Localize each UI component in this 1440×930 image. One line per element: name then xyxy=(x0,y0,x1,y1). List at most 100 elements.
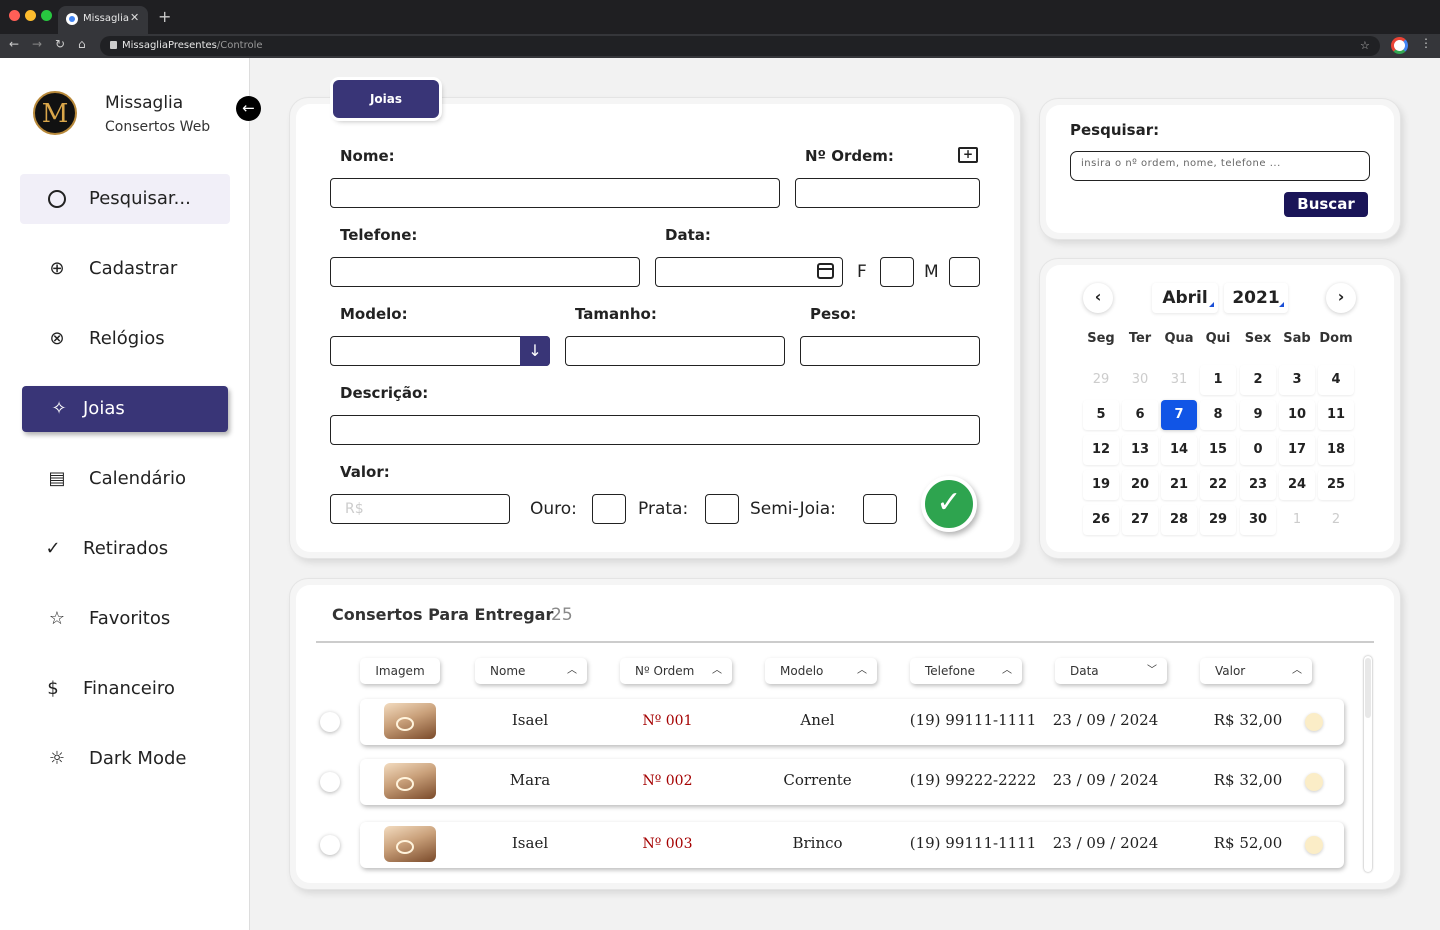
tamanho-input[interactable] xyxy=(565,336,785,366)
prata-checkbox[interactable] xyxy=(705,494,739,524)
table-scrollbar[interactable] xyxy=(1364,656,1372,872)
calendar-day[interactable]: 30 xyxy=(1240,505,1276,535)
col-header-valor[interactable]: Valor ︿ xyxy=(1200,658,1312,684)
calendar-day[interactable]: 0 xyxy=(1240,435,1276,465)
calendar-day[interactable]: 22 xyxy=(1200,470,1236,500)
calendar-day[interactable]: 8 xyxy=(1200,400,1236,430)
scrollbar-thumb[interactable] xyxy=(1365,658,1371,718)
year-select[interactable]: 2021 xyxy=(1224,283,1288,313)
sidebar-item-financeiro[interactable]: $ Financeiro xyxy=(20,664,230,714)
calendar-day[interactable]: 14 xyxy=(1161,435,1197,465)
forward-icon[interactable]: → xyxy=(32,37,42,51)
modelo-select[interactable]: ↓ xyxy=(330,335,550,366)
row-select-radio[interactable] xyxy=(320,835,340,855)
sidebar-item-dark-mode[interactable]: ☼ Dark Mode xyxy=(20,734,230,784)
minimize-window-button[interactable] xyxy=(25,10,36,21)
calendar-day[interactable]: 3 xyxy=(1279,365,1315,395)
sidebar-item-cadastrar[interactable]: ⊕ Cadastrar xyxy=(20,244,230,294)
calendar-day[interactable]: 2 xyxy=(1240,365,1276,395)
sidebar-item-joias[interactable]: ✧ Joias xyxy=(22,386,228,432)
telefone-input[interactable] xyxy=(330,257,640,287)
sidebar-item-favoritos[interactable]: ☆ Favoritos xyxy=(20,594,230,644)
sidebar-item-pesquisar[interactable]: Pesquisar... xyxy=(20,174,230,224)
bookmark-star-icon[interactable]: ☆ xyxy=(1360,39,1370,52)
maximize-window-button[interactable] xyxy=(41,10,52,21)
favorite-toggle[interactable] xyxy=(1305,836,1323,854)
col-header-data[interactable]: Data ﹀ xyxy=(1055,658,1167,684)
table-row[interactable]: Mara Nº 002 Corrente (19) 99222-2222 23 … xyxy=(360,759,1344,805)
calendar-day[interactable]: 25 xyxy=(1318,470,1354,500)
col-header-ordem[interactable]: Nº Ordem ︿ xyxy=(620,658,732,684)
col-header-modelo[interactable]: Modelo ︿ xyxy=(765,658,877,684)
calendar-day[interactable]: 21 xyxy=(1161,470,1197,500)
favorite-toggle[interactable] xyxy=(1305,773,1323,791)
calendar-day[interactable]: 18 xyxy=(1318,435,1354,465)
tab-close-icon[interactable]: ✕ xyxy=(130,11,139,24)
calendar-day[interactable]: 29 xyxy=(1083,365,1119,395)
col-header-nome[interactable]: Nome ︿ xyxy=(475,658,587,684)
valor-input[interactable]: R$ xyxy=(330,494,510,524)
address-bar[interactable]: MissagliaPresentes/Controle ☆ xyxy=(100,36,1380,56)
col-header-telefone[interactable]: Telefone ︿ xyxy=(910,658,1022,684)
calendar-day[interactable]: 27 xyxy=(1122,505,1158,535)
calendar-day[interactable]: 17 xyxy=(1279,435,1315,465)
collapse-sidebar-icon[interactable]: ← xyxy=(236,96,261,121)
calendar-day[interactable]: 15 xyxy=(1200,435,1236,465)
calendar-day[interactable]: 4 xyxy=(1318,365,1354,395)
calendar-day[interactable]: 2 xyxy=(1318,505,1354,535)
calendar-day[interactable]: 19 xyxy=(1083,470,1119,500)
descricao-input[interactable] xyxy=(330,415,980,445)
table-row[interactable]: Isael Nº 001 Anel (19) 99111-1111 23 / 0… xyxy=(360,699,1344,745)
calendar-day[interactable]: 1 xyxy=(1200,365,1236,395)
back-icon[interactable]: ← xyxy=(9,37,19,51)
calendar-day[interactable]: 26 xyxy=(1083,505,1119,535)
reload-icon[interactable]: ↻ xyxy=(55,37,65,51)
folder-plus-icon[interactable]: + xyxy=(958,147,978,163)
calendar-day[interactable]: 9 xyxy=(1240,400,1276,430)
search-input[interactable] xyxy=(1070,151,1370,181)
new-tab-icon[interactable]: + xyxy=(158,7,171,26)
confirm-check-icon[interactable]: ✓ xyxy=(921,476,977,532)
m-checkbox[interactable] xyxy=(949,257,980,287)
calendar-day[interactable]: 29 xyxy=(1200,505,1236,535)
calendar-day[interactable]: 11 xyxy=(1318,400,1354,430)
row-select-radio[interactable] xyxy=(320,772,340,792)
nome-input[interactable] xyxy=(330,178,780,208)
semijoia-checkbox[interactable] xyxy=(863,494,897,524)
search-text-field[interactable] xyxy=(1081,158,1351,169)
calendar-day[interactable]: 28 xyxy=(1161,505,1197,535)
table-row[interactable]: Isael Nº 003 Brinco (19) 99111-1111 23 /… xyxy=(360,822,1344,868)
calendar-day[interactable]: 6 xyxy=(1122,400,1158,430)
row-select-radio[interactable] xyxy=(320,712,340,732)
calendar-day[interactable]: 1 xyxy=(1279,505,1315,535)
calendar-day[interactable]: 23 xyxy=(1240,470,1276,500)
f-checkbox[interactable] xyxy=(880,257,914,287)
calendar-day[interactable]: 13 xyxy=(1122,435,1158,465)
sidebar-item-relogios[interactable]: ⊗ Relógios xyxy=(20,314,230,364)
calendar-day[interactable]: 31 xyxy=(1161,365,1197,395)
calendar-day[interactable]: 7 xyxy=(1161,400,1197,430)
col-header-imagem[interactable]: Imagem xyxy=(360,658,440,684)
tab-joias[interactable]: Joias xyxy=(333,80,439,118)
sidebar-item-calendario[interactable]: ▤ Calendário xyxy=(20,454,230,504)
favorite-toggle[interactable] xyxy=(1305,713,1323,731)
calendar-day[interactable]: 30 xyxy=(1122,365,1158,395)
home-icon[interactable]: ⌂ xyxy=(78,37,86,51)
calendar-day[interactable]: 5 xyxy=(1083,400,1119,430)
calendar-icon[interactable] xyxy=(817,263,834,279)
peso-input[interactable] xyxy=(800,336,980,366)
calendar-day[interactable]: 20 xyxy=(1122,470,1158,500)
arrow-down-icon[interactable]: ↓ xyxy=(520,335,550,366)
calendar-day[interactable]: 24 xyxy=(1279,470,1315,500)
month-select[interactable]: Abril xyxy=(1152,283,1218,313)
chevron-right-icon[interactable]: › xyxy=(1326,283,1356,313)
browser-menu-icon[interactable]: ⋮ xyxy=(1420,36,1432,50)
calendar-day[interactable]: 12 xyxy=(1083,435,1119,465)
browser-tab[interactable]: Missaglia ✕ xyxy=(58,6,148,34)
sidebar-item-retirados[interactable]: ✓ Retirados xyxy=(20,524,230,574)
chevron-left-icon[interactable]: ‹ xyxy=(1083,283,1113,313)
buscar-button[interactable]: Buscar xyxy=(1284,192,1368,217)
calendar-day[interactable]: 10 xyxy=(1279,400,1315,430)
data-input[interactable] xyxy=(655,257,843,287)
ordem-input[interactable] xyxy=(795,178,980,208)
